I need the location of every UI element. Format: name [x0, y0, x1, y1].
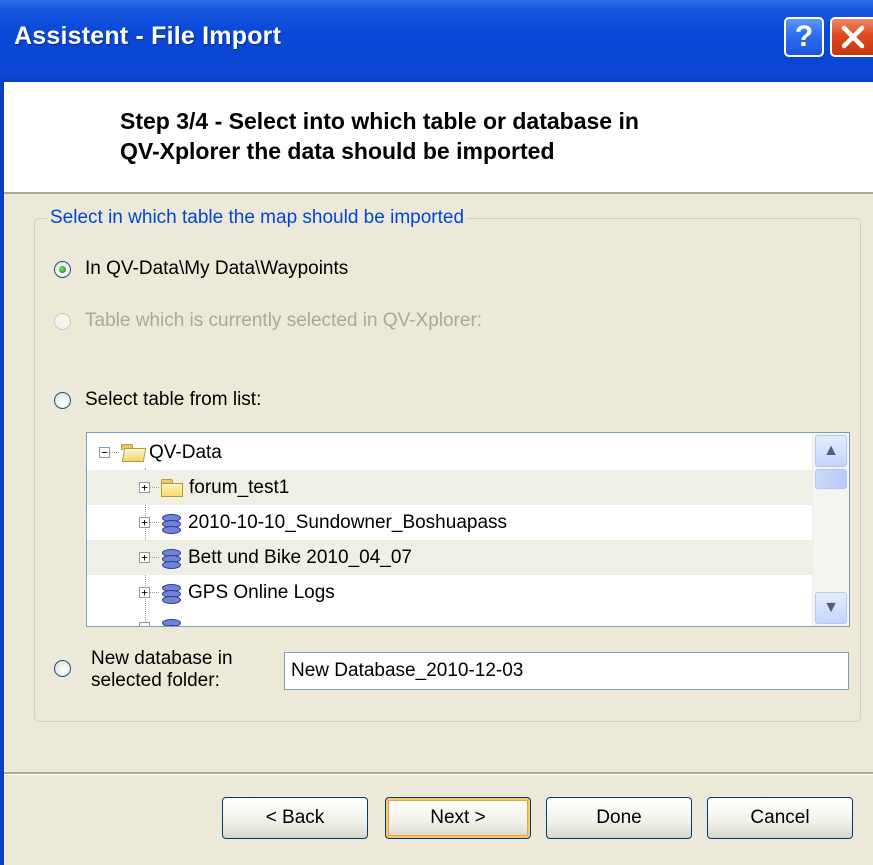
option-select-from-list-label: Select table from list: — [85, 389, 262, 410]
title-bar[interactable]: Assistent - File Import question-mark ? … — [0, 0, 873, 82]
database-icon — [161, 548, 181, 569]
tree-connector — [150, 487, 159, 488]
database-icon — [161, 513, 181, 534]
close-glyph — [841, 25, 864, 49]
new-database-name-input[interactable] — [284, 652, 849, 690]
tree-connector — [150, 557, 159, 558]
tree-item[interactable]: + 2010-10-10_Sundowner_Boshuapass — [87, 505, 813, 540]
window-left-border — [0, 82, 4, 865]
scroll-up-button[interactable]: ▲ — [815, 435, 847, 467]
folder-icon — [161, 479, 183, 497]
tree-item-label: forum_test1 — [189, 476, 290, 498]
tree-root-row[interactable]: − QV-Data — [87, 435, 813, 470]
chevron-down-icon: ▼ — [823, 599, 839, 616]
tree-item[interactable]: + GPS Online Logs — [87, 575, 813, 610]
radio-selected-dot — [59, 265, 66, 273]
close-button[interactable]: x-close — [830, 17, 873, 57]
group-legend: Select in which table the map should be … — [47, 207, 468, 229]
next-button[interactable]: Next > — [385, 797, 531, 839]
tree-item-label: GPS Online Logs — [188, 581, 335, 603]
option-waypoints[interactable]: In QV-Data\My Data\Waypoints — [54, 258, 348, 280]
radio-new-database[interactable] — [54, 660, 71, 677]
tree-connector — [110, 452, 119, 453]
expand-icon[interactable]: + — [139, 517, 150, 528]
header-divider — [4, 192, 873, 194]
tree-item-label: 2010-10-10_Sundowner_Boshuapass — [188, 511, 508, 533]
collapse-icon[interactable]: − — [99, 447, 110, 458]
database-icon — [161, 618, 181, 626]
folder-open-icon — [121, 444, 147, 462]
scroll-down-button[interactable]: ▼ — [815, 592, 847, 624]
tree-item[interactable]: + forum_test1 — [87, 470, 813, 505]
expand-icon[interactable] — [139, 622, 150, 626]
question-mark-glyph: ? — [794, 20, 814, 53]
back-button[interactable]: < Back — [222, 797, 368, 839]
option-current-table-label: Table which is currently selected in QV-… — [85, 310, 483, 331]
table-tree[interactable]: − QV-Data + forum_test1 + 2010-10-10_Sun… — [86, 432, 850, 627]
scroll-thumb[interactable] — [815, 469, 847, 489]
window-title: Assistent - File Import — [14, 22, 282, 50]
option-waypoints-label: In QV-Data\My Data\Waypoints — [85, 258, 349, 279]
step-title: Step 3/4 - Select into which table or da… — [120, 108, 639, 164]
tree-connector — [150, 592, 159, 593]
tree-item[interactable]: + Bett und Bike 2010_04_07 — [87, 540, 813, 575]
footer-divider — [4, 772, 873, 775]
tree-item-partial[interactable] — [87, 610, 813, 626]
option-new-database[interactable] — [54, 660, 85, 677]
tree-root-label: QV-Data — [149, 441, 222, 463]
option-select-from-list[interactable]: Select table from list: — [54, 389, 261, 411]
radio-current-table — [54, 312, 71, 330]
expand-icon[interactable]: + — [139, 482, 150, 493]
tree-item-label: Bett und Bike 2010_04_07 — [188, 546, 412, 568]
option-current-table: Table which is currently selected in QV-… — [54, 310, 482, 332]
chevron-up-icon: ▲ — [823, 442, 839, 459]
new-database-label: New database in selected folder: — [91, 648, 233, 691]
tree-connector — [150, 522, 159, 523]
done-button[interactable]: Done — [546, 797, 692, 839]
expand-icon[interactable]: + — [139, 552, 150, 563]
radio-select-from-list[interactable] — [54, 391, 71, 409]
database-icon — [161, 583, 181, 604]
tree-scrollbar[interactable]: ▲ ▼ — [812, 433, 849, 626]
radio-waypoints[interactable] — [54, 260, 71, 278]
expand-icon[interactable]: + — [139, 587, 150, 598]
cancel-button[interactable]: Cancel — [707, 797, 853, 839]
help-button[interactable]: question-mark ? — [784, 17, 824, 57]
